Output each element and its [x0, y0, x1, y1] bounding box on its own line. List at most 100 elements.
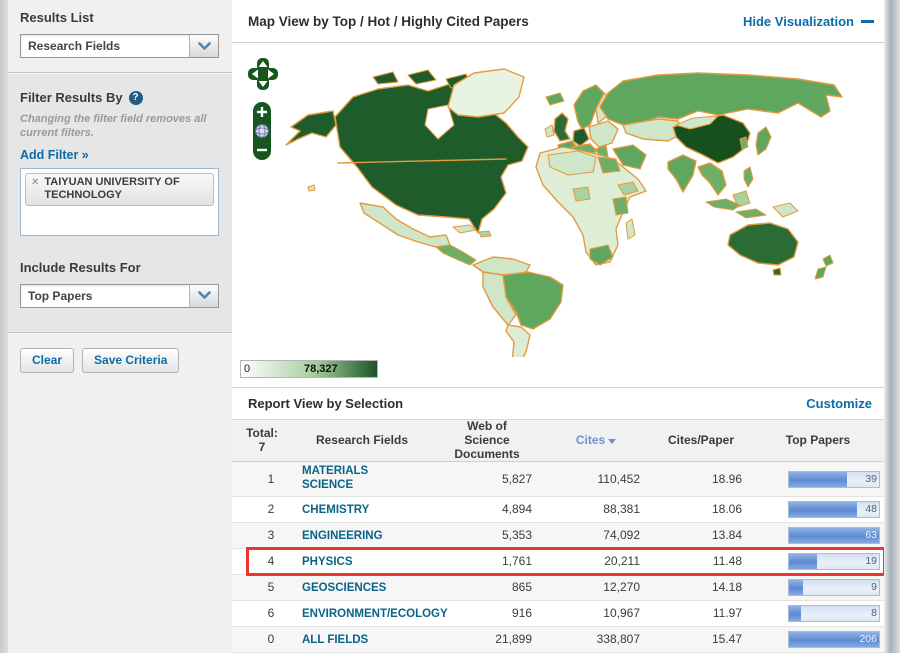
- top-papers-bar: 9: [788, 578, 880, 596]
- customize-link[interactable]: Customize: [806, 396, 872, 411]
- research-field-link[interactable]: GEOSCIENCES: [302, 582, 386, 596]
- report-table: Total: 7 Research Fields Web of Science …: [232, 419, 886, 653]
- map-view-title: Map View by Top / Hot / Highly Cited Pap…: [248, 13, 529, 29]
- column-header-cites-sort[interactable]: Cites: [542, 433, 650, 448]
- cites-per-paper-value: 13.84: [711, 528, 742, 543]
- research-field-link[interactable]: ENGINEERING: [302, 530, 383, 544]
- cites-per-paper-value: 15.47: [711, 632, 742, 647]
- table-row: 2 CHEMISTRY 4,894 88,381 18.06 48: [232, 497, 884, 523]
- top-papers-bar-value: 19: [865, 554, 877, 567]
- map-color-scale: 0 78,327: [240, 360, 378, 378]
- rank-value: 2: [267, 502, 275, 517]
- top-papers-bar-value: 39: [865, 472, 877, 485]
- map-pan-control[interactable]: [248, 57, 278, 91]
- cites-value: 110,452: [597, 472, 641, 487]
- top-papers-bar: 19: [788, 552, 880, 570]
- cites-value: 74,092: [603, 528, 640, 543]
- top-papers-bar: 63: [788, 526, 880, 544]
- table-row: 0 ALL FIELDS 21,899 338,807 15.47 206: [232, 626, 884, 653]
- research-field-link[interactable]: ALL FIELDS: [302, 634, 368, 648]
- chevron-down-icon: [189, 35, 218, 57]
- add-filter-link[interactable]: Add Filter »: [20, 148, 89, 162]
- top-papers-bar: 206: [788, 630, 880, 648]
- wos-documents-value: 5,353: [501, 528, 532, 543]
- research-field-link[interactable]: CHEMISTRY: [302, 504, 369, 518]
- results-list-section: Results List Research Fields: [0, 0, 232, 72]
- filter-results-section: Filter Results By ? Changing the filter …: [0, 74, 232, 332]
- window-edge-scrollbar: [884, 0, 900, 653]
- top-papers-cell: 206: [752, 630, 884, 648]
- sort-desc-icon: [608, 438, 617, 444]
- table-row: 3 ENGINEERING 5,353 74,092 13.84 63: [232, 522, 884, 549]
- clear-button[interactable]: Clear: [20, 347, 75, 373]
- top-papers-cell: 19: [752, 552, 884, 570]
- top-papers-bar-fill: [789, 501, 858, 517]
- top-papers-bar-value: 206: [859, 632, 877, 645]
- globe-icon: [255, 124, 269, 138]
- save-criteria-button[interactable]: Save Criteria: [82, 347, 180, 373]
- table-row: 5 GEOSCIENCES 865 12,270 14.18 9: [232, 574, 884, 601]
- top-papers-bar: 39: [788, 470, 880, 488]
- wos-documents-value: 5,827: [501, 472, 532, 487]
- results-list-dropdown-value: Research Fields: [28, 39, 121, 53]
- top-papers-bar-value: 9: [871, 580, 877, 593]
- rank-value: 6: [267, 606, 275, 621]
- cites-per-paper-value: 18.96: [711, 472, 742, 487]
- report-table-body: 1 MATERIALS SCIENCE 5,827 110,452 18.96 …: [232, 462, 886, 653]
- results-list-dropdown[interactable]: Research Fields: [20, 34, 219, 58]
- cites-per-paper-value: 14.18: [711, 580, 742, 595]
- filter-tag[interactable]: ✕ TAIYUAN UNIVERSITY OF TECHNOLOGY: [25, 172, 214, 206]
- research-field-link[interactable]: PHYSICS: [302, 556, 353, 570]
- research-field-link[interactable]: ENVIRONMENT/ECOLOGY: [302, 608, 448, 622]
- hide-visualization-link[interactable]: Hide Visualization: [743, 14, 874, 29]
- top-papers-bar-fill: [789, 579, 803, 595]
- wos-documents-value: 1,761: [501, 554, 532, 569]
- rank-value: 5: [267, 580, 275, 595]
- filter-results-label: Filter Results By: [20, 90, 123, 105]
- filter-sidebar: Results List Research Fields Filter Resu…: [0, 0, 232, 653]
- top-papers-bar-value: 8: [871, 606, 877, 619]
- main-panel: Map View by Top / Hot / Highly Cited Pap…: [232, 0, 900, 653]
- sidebar-left-edge: [0, 0, 8, 653]
- top-papers-bar-fill: [789, 605, 801, 621]
- report-view-title: Report View by Selection: [248, 396, 404, 411]
- cites-value: 88,381: [603, 502, 640, 517]
- map-view-header: Map View by Top / Hot / Highly Cited Pap…: [232, 0, 900, 43]
- top-papers-cell: 48: [752, 500, 884, 518]
- rank-value: 4: [267, 554, 275, 569]
- top-papers-cell: 8: [752, 604, 884, 622]
- cites-value: 10,967: [603, 606, 640, 621]
- map-visualization-area: 0 78,327: [232, 43, 900, 387]
- cites-per-paper-value: 11.97: [712, 606, 742, 621]
- active-filters-box: ✕ TAIYUAN UNIVERSITY OF TECHNOLOGY: [20, 167, 219, 236]
- rank-value: 3: [267, 528, 275, 543]
- column-header-research-fields: Research Fields: [315, 432, 409, 447]
- remove-filter-icon[interactable]: ✕: [31, 177, 39, 188]
- map-zoom-control[interactable]: [253, 102, 271, 160]
- include-results-dropdown[interactable]: Top Papers: [20, 283, 219, 308]
- scale-min-label: 0: [244, 363, 251, 375]
- cites-per-paper-value: 11.48: [712, 554, 742, 569]
- results-list-heading: Results List: [20, 10, 94, 25]
- report-view-header: Report View by Selection Customize: [232, 387, 900, 419]
- filter-results-heading: Filter Results By ?: [20, 90, 218, 105]
- help-icon[interactable]: ?: [128, 90, 143, 105]
- column-header-cites-per-paper: Cites/Paper: [667, 432, 735, 447]
- table-row: 4 PHYSICS 1,761 20,211 11.48 19: [232, 546, 886, 576]
- research-field-link[interactable]: MATERIALS SCIENCE: [302, 465, 414, 493]
- wos-documents-value: 865: [511, 580, 532, 595]
- scale-max-label: 78,327: [304, 363, 338, 375]
- total-header: Total: 7: [246, 425, 278, 454]
- world-map[interactable]: [278, 67, 868, 357]
- top-papers-bar: 48: [788, 500, 880, 518]
- cites-value: 20,211: [604, 554, 640, 569]
- collapse-minus-icon: [861, 19, 874, 23]
- filter-note: Changing the filter field removes all cu…: [20, 113, 207, 139]
- cites-value: 12,270: [603, 580, 640, 595]
- table-row: 6 ENVIRONMENT/ECOLOGY 916 10,967 11.97 8: [232, 601, 884, 627]
- actions-section: Clear Save Criteria: [0, 333, 232, 653]
- filter-tag-label: TAIYUAN UNIVERSITY OF TECHNOLOGY: [44, 175, 180, 201]
- top-papers-cell: 9: [752, 578, 884, 596]
- column-header-top-papers: Top Papers: [785, 432, 851, 447]
- table-row: 1 MATERIALS SCIENCE 5,827 110,452 18.96 …: [232, 462, 884, 497]
